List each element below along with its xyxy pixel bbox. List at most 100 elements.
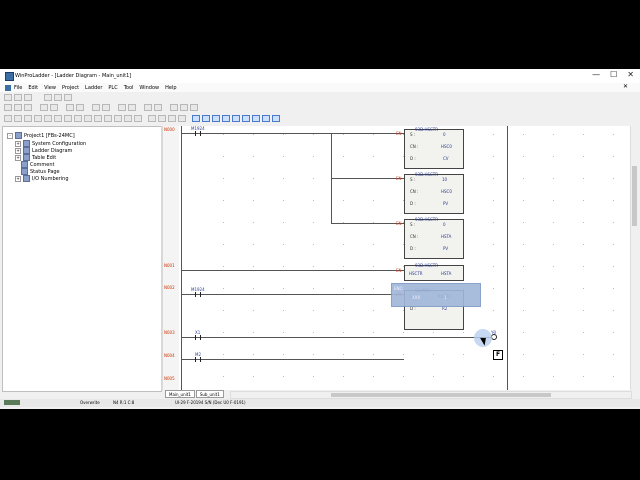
delete-row-icon[interactable] xyxy=(168,115,176,122)
tab-main-unit1[interactable]: Main_unit1 xyxy=(165,390,195,398)
menu-help[interactable]: Help xyxy=(165,85,176,91)
network-label[interactable]: N002 xyxy=(164,285,175,290)
scroll-thumb[interactable] xyxy=(331,393,551,397)
contact-nc-icon[interactable] xyxy=(14,115,22,122)
monitor-icon[interactable] xyxy=(144,104,152,111)
menu-edit[interactable]: Edit xyxy=(28,85,38,91)
undo-icon[interactable] xyxy=(40,104,48,111)
replace-icon[interactable] xyxy=(76,104,84,111)
compile-icon[interactable] xyxy=(170,104,178,111)
menu-view[interactable]: View xyxy=(44,85,56,91)
run-icon[interactable] xyxy=(118,104,126,111)
horizontal-scrollbar[interactable] xyxy=(230,391,632,399)
network-label[interactable]: N003 xyxy=(164,330,175,335)
redo-icon[interactable] xyxy=(50,104,58,111)
z-mode-icon[interactable] xyxy=(272,115,280,122)
insert-network-icon[interactable] xyxy=(178,115,186,122)
b-mode-icon[interactable] xyxy=(212,115,220,122)
expand-icon[interactable]: + xyxy=(15,140,21,147)
timer-icon[interactable] xyxy=(124,115,132,122)
tree-item-system-config[interactable]: + System Configuration xyxy=(15,140,86,147)
menu-file[interactable]: File xyxy=(14,85,22,91)
m-mode-icon[interactable] xyxy=(242,115,250,122)
open-folder-icon[interactable] xyxy=(14,94,22,101)
stop-icon[interactable] xyxy=(128,104,136,111)
contact-no-m1924[interactable] xyxy=(195,292,201,297)
contact-no-m2[interactable] xyxy=(195,357,201,362)
en-label: EN xyxy=(396,176,402,181)
find-icon[interactable] xyxy=(66,104,74,111)
save-icon[interactable] xyxy=(24,94,32,101)
print-icon[interactable] xyxy=(44,94,52,101)
preview-icon[interactable] xyxy=(54,94,62,101)
function-icon[interactable] xyxy=(190,104,198,111)
coil-icon[interactable] xyxy=(44,115,52,122)
network-label[interactable]: N000 xyxy=(164,127,175,132)
close-button[interactable]: ✕ xyxy=(627,70,634,79)
set-icon[interactable] xyxy=(104,115,112,122)
copy-icon[interactable] xyxy=(14,104,22,111)
contact-up-icon[interactable] xyxy=(24,115,32,122)
menu-tool[interactable]: Tool xyxy=(124,85,134,91)
s-mode-icon[interactable] xyxy=(192,115,200,122)
tree-item-project[interactable]: - Project1 [FBs-24MC] xyxy=(7,132,75,139)
erase-line-icon[interactable] xyxy=(84,115,92,122)
zoom-in-icon[interactable] xyxy=(92,104,100,111)
tree-item-comment[interactable]: Comment xyxy=(21,161,55,168)
counter-icon[interactable] xyxy=(134,115,142,122)
output-icon[interactable] xyxy=(94,115,102,122)
new-file-icon[interactable] xyxy=(4,94,12,101)
menu-ladder[interactable]: Ladder xyxy=(85,85,102,91)
contact-no-m1924[interactable] xyxy=(195,131,201,136)
maximize-button[interactable]: ☐ xyxy=(610,70,617,79)
hline-icon[interactable] xyxy=(64,115,72,122)
scroll-thumb[interactable] xyxy=(632,166,637,226)
insert-row-icon[interactable] xyxy=(158,115,166,122)
y-mode-icon[interactable] xyxy=(262,115,270,122)
tree-item-table-edit[interactable]: + Table Edit xyxy=(15,154,56,161)
menu-plc[interactable]: PLC xyxy=(108,85,117,91)
network-label[interactable]: N005 xyxy=(164,376,175,381)
collapse-icon[interactable]: - xyxy=(7,132,13,139)
vline-icon[interactable] xyxy=(74,115,82,122)
function-block-hsctr-1[interactable]: 93D.HSCTR S : 0 CN : HSC0 D : CV xyxy=(404,127,464,169)
settings-icon[interactable] xyxy=(64,94,72,101)
expand-icon[interactable]: + xyxy=(15,175,21,182)
block-icon[interactable] xyxy=(148,115,156,122)
expand-icon[interactable]: + xyxy=(15,154,21,161)
contact-down-icon[interactable] xyxy=(34,115,42,122)
menu-project[interactable]: Project xyxy=(62,85,79,91)
function-block-hsctr-3[interactable]: 93D.HSCTR S : 0 CN : HSTA D : PV xyxy=(404,217,464,259)
online-icon[interactable] xyxy=(154,104,162,111)
ladder-editor[interactable]: N000 N001 N002 N003 N004 N005 M1924 EN 9… xyxy=(163,126,630,390)
contact-no-x1[interactable] xyxy=(195,335,201,340)
zoom-out-icon[interactable] xyxy=(102,104,110,111)
expand-icon[interactable]: + xyxy=(15,147,21,154)
coil-inverse-icon[interactable] xyxy=(54,115,62,122)
function-block-hsctr-2[interactable]: 93D.HSCTR S : 10 CN : HSC0 D : PV xyxy=(404,172,464,214)
minimize-button[interactable]: — xyxy=(592,70,600,79)
c-mode-icon[interactable] xyxy=(232,115,240,122)
paste-icon[interactable] xyxy=(24,104,32,111)
tree-item-io-numbering[interactable]: + I/O Numbering xyxy=(15,175,69,182)
vertical-scrollbar[interactable] xyxy=(630,126,639,390)
t-mode-icon[interactable] xyxy=(222,115,230,122)
grid-dot xyxy=(463,376,464,377)
reset-icon[interactable] xyxy=(114,115,122,122)
network-label[interactable]: N004 xyxy=(164,353,175,358)
grid-icon[interactable] xyxy=(180,104,188,111)
cut-icon[interactable] xyxy=(4,104,12,111)
menu-window[interactable]: Window xyxy=(139,85,159,91)
network-label[interactable]: N001 xyxy=(164,263,175,268)
child-close-icon[interactable]: ✕ xyxy=(623,83,628,90)
contact-no-icon[interactable] xyxy=(4,115,12,122)
tree-item-status-page[interactable]: Status Page xyxy=(21,168,60,175)
d-mode-icon[interactable] xyxy=(202,115,210,122)
tab-sub-unit1[interactable]: Sub_unit1 xyxy=(195,390,224,398)
x-mode-icon[interactable] xyxy=(252,115,260,122)
contact-label: M1924 xyxy=(191,126,205,131)
grid-dot xyxy=(283,134,284,135)
grid-dot xyxy=(313,156,314,157)
tree-item-ladder-diagram[interactable]: + Ladder Diagram xyxy=(15,147,72,154)
function-block-hsctr-4[interactable]: 93D.HSCTR HSCTR HSTA xyxy=(404,263,464,281)
